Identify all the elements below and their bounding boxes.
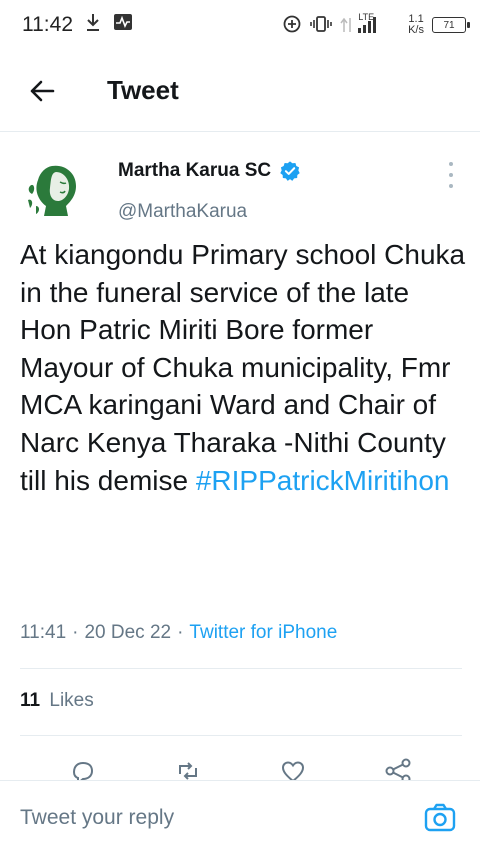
status-bar: 11:42 LTE 1.1 K/s 71 — [0, 0, 480, 50]
retweet-icon — [178, 762, 197, 780]
reply-icon — [72, 761, 93, 780]
reply-input[interactable] — [20, 805, 420, 830]
tweet-time: 11:41 — [20, 622, 67, 643]
page-title: Tweet — [107, 75, 179, 105]
tweet-meta: 11:41 · 20 Dec 22 · Twitter for iPhone — [20, 622, 337, 644]
author-handle[interactable]: @MarthaKarua — [118, 201, 247, 223]
tweet-author: Martha Karua SC @MarthaKarua — [0, 140, 480, 236]
tweet-actions — [0, 756, 480, 780]
app-bar: Tweet — [0, 50, 480, 132]
net-speed: 1.1 K/s — [408, 14, 424, 36]
download-icon — [85, 12, 101, 38]
divider — [20, 668, 462, 669]
likes-stat[interactable]: 11 Likes — [20, 690, 94, 712]
hashtag-link[interactable]: #RIPPatrickMiritihon — [196, 465, 450, 496]
network-type-label: LTE — [358, 12, 375, 22]
author-name: Martha Karua SC — [118, 160, 272, 181]
likes-count: 11 — [20, 690, 41, 711]
likes-label: Likes — [49, 690, 94, 711]
net-speed-unit: K/s — [408, 24, 424, 36]
heart-icon — [281, 761, 304, 780]
tweet-text: At kiangondu Primary school Chuka in the… — [20, 239, 466, 496]
activity-icon — [113, 13, 133, 37]
battery-level: 71 — [443, 19, 455, 31]
verified-badge-icon — [280, 161, 300, 181]
status-time: 11:42 — [22, 13, 73, 36]
retweet-button[interactable] — [168, 756, 208, 780]
dot — [449, 184, 453, 188]
arrow-left-icon — [30, 80, 55, 101]
share-icon — [385, 758, 410, 780]
back-button[interactable] — [17, 66, 67, 116]
author-name-row[interactable]: Martha Karua SC — [118, 160, 301, 182]
reply-button[interactable] — [63, 756, 103, 780]
reply-bar — [0, 780, 480, 854]
avatar[interactable] — [22, 156, 86, 220]
meta-separator: · — [72, 622, 79, 643]
camera-icon — [424, 803, 456, 831]
battery-icon: 71 — [432, 17, 470, 33]
tweet-date: 20 Dec 22 — [84, 622, 172, 643]
more-options-button[interactable] — [444, 162, 458, 188]
vibrate-icon — [310, 15, 333, 36]
share-button[interactable] — [378, 756, 418, 780]
data-saver-icon — [282, 14, 302, 37]
meta-separator: · — [177, 622, 184, 643]
tweet-client-link[interactable]: Twitter for iPhone — [189, 622, 337, 644]
camera-button[interactable] — [420, 798, 460, 838]
like-button[interactable] — [273, 756, 313, 780]
tweet-body: At kiangondu Primary school Chuka in the… — [20, 236, 468, 499]
dot — [449, 173, 453, 177]
divider — [20, 735, 462, 736]
dot — [449, 162, 453, 166]
